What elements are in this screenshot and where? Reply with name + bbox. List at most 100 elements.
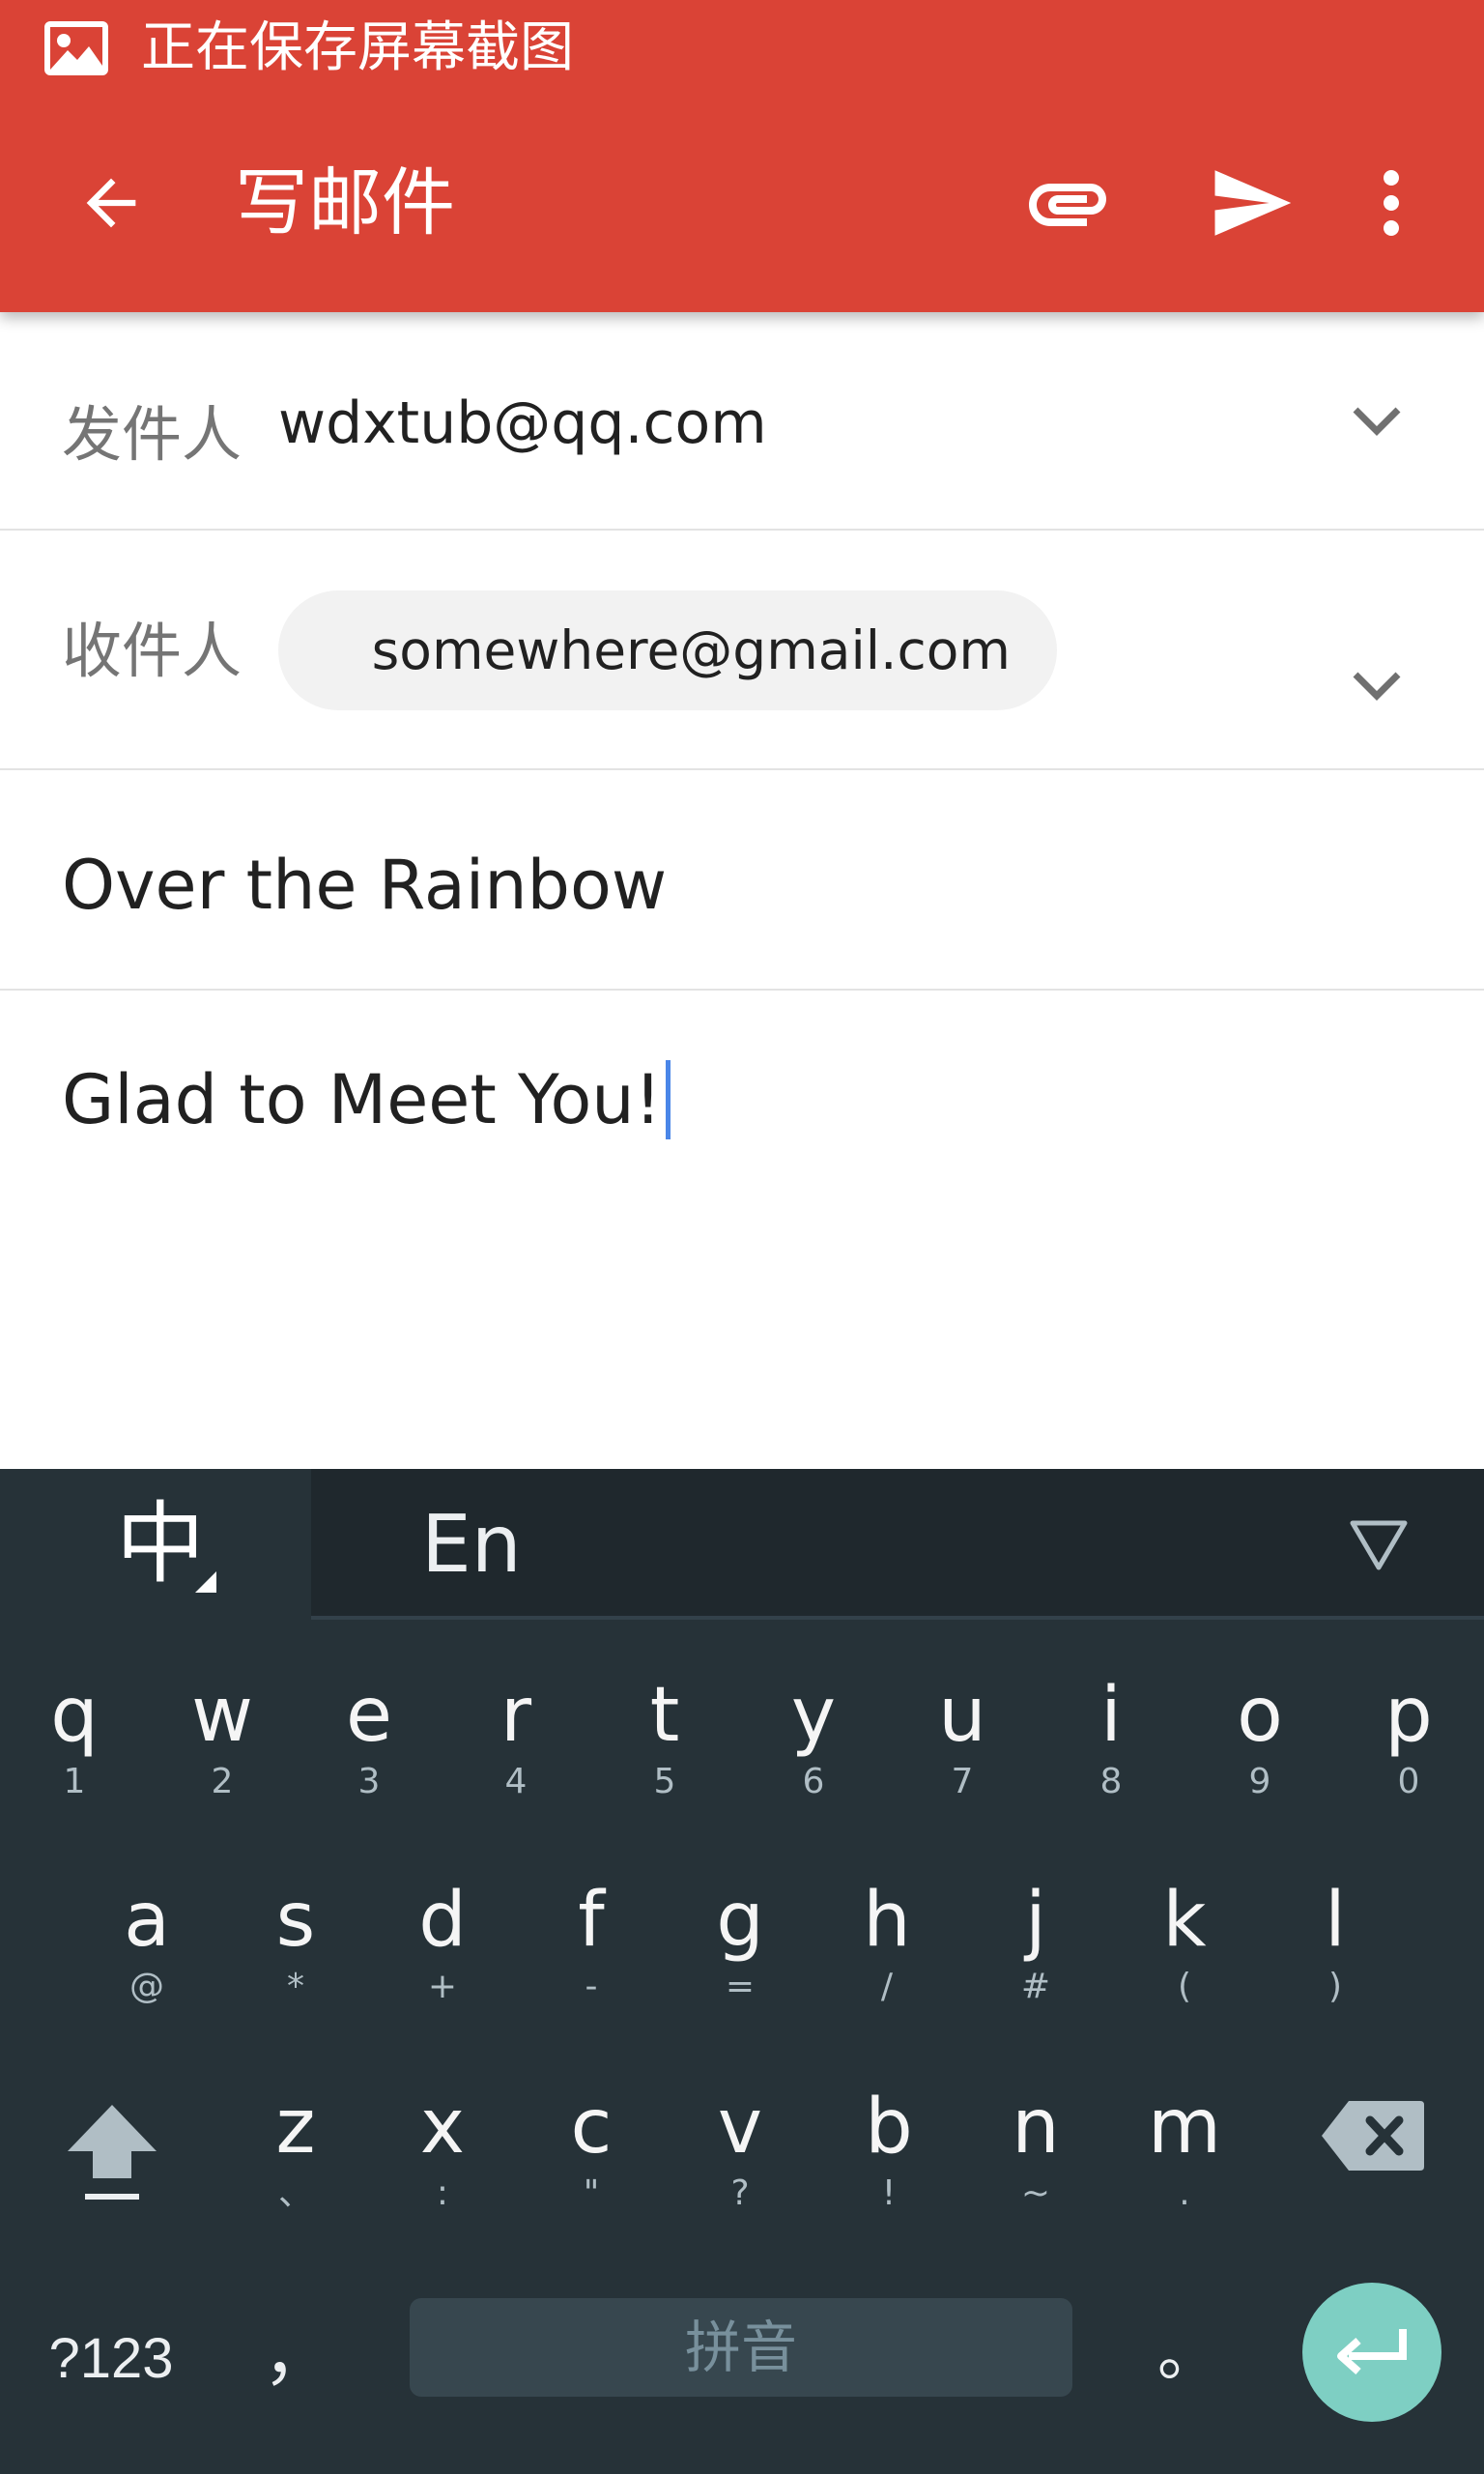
key-letter: f (578, 1877, 605, 1964)
key-letter: r (499, 1672, 532, 1759)
key-p[interactable]: p 0 (1362, 1672, 1455, 1807)
key-x[interactable]: x : (396, 2084, 489, 2219)
key-letter: n (1012, 2084, 1060, 2171)
back-button[interactable] (58, 150, 164, 256)
status-bar: 正在保存屏幕截图 (0, 0, 1484, 97)
to-expand-button[interactable] (1338, 657, 1415, 715)
key-w[interactable]: w 2 (176, 1672, 269, 1807)
key-letter: c (570, 2084, 613, 2171)
enter-key[interactable] (1302, 2283, 1441, 2422)
key-q[interactable]: q 1 (28, 1672, 121, 1807)
key-sub: + (427, 1967, 458, 2006)
key-n[interactable]: n ~ (989, 2084, 1082, 2219)
chevron-down-icon (1353, 407, 1401, 436)
backspace-key[interactable] (1320, 2097, 1426, 2203)
key-sub: 4 (504, 1762, 528, 1801)
from-expand-button[interactable] (1338, 392, 1415, 450)
page-title: 写邮件 (235, 159, 455, 245)
text-cursor (665, 1060, 671, 1139)
toolbar: 写邮件 (0, 97, 1484, 312)
shift-arrow-icon (68, 2105, 157, 2200)
keyboard-top-bar: 中 En (0, 1469, 1484, 1620)
key-sub: ~ (1020, 2173, 1051, 2213)
to-row: 收件人 somewhere@gmail.com (0, 531, 1484, 770)
key-letter: s (275, 1877, 316, 1964)
symbols-key[interactable]: ?123 (39, 2316, 184, 2402)
key-s[interactable]: s * (249, 1877, 342, 2012)
key-letter: h (863, 1877, 911, 1964)
key-e[interactable]: e 3 (323, 1672, 415, 1807)
subject-field[interactable]: Over the Rainbow (62, 846, 667, 925)
key-u[interactable]: u 7 (916, 1672, 1009, 1807)
key-letter: x (419, 2084, 466, 2171)
key-sub: / (880, 1967, 894, 2006)
lang-chinese-tab[interactable]: 中 (0, 1469, 311, 1620)
key-sub: ! (881, 2173, 897, 2213)
key-j[interactable]: j # (989, 1877, 1082, 2012)
key-sub: # (1020, 1967, 1051, 2006)
key-letter: k (1162, 1877, 1207, 1964)
space-label: 拼音 (684, 2315, 797, 2380)
key-a[interactable]: a @ (100, 1877, 193, 2012)
period-key[interactable]: 。 (1150, 2306, 1227, 2402)
key-sub: ) (1327, 1967, 1343, 2006)
key-v[interactable]: v ? (694, 2084, 786, 2219)
key-k[interactable]: k ( (1138, 1877, 1231, 2012)
shift-key[interactable] (54, 2097, 170, 2232)
key-m[interactable]: m . (1138, 2084, 1231, 2219)
recipient-chip[interactable]: somewhere@gmail.com (278, 590, 1057, 710)
key-letter: e (346, 1672, 392, 1759)
key-letter: b (865, 2084, 913, 2171)
key-letter: w (191, 1672, 253, 1759)
key-sub: 7 (951, 1762, 974, 1801)
key-letter: y (790, 1672, 837, 1759)
attach-button[interactable] (1014, 150, 1121, 256)
corner-triangle-icon (195, 1571, 216, 1593)
key-l[interactable]: l ) (1289, 1877, 1382, 2012)
keyboard-divider (311, 1616, 1484, 1620)
key-sub: : (436, 2173, 449, 2213)
from-account[interactable]: wdxtub@qq.com (278, 389, 767, 457)
key-i[interactable]: i 8 (1065, 1672, 1157, 1807)
key-h[interactable]: h / (841, 1877, 933, 2012)
body-field[interactable]: Glad to Meet You! (62, 1060, 671, 1139)
keyboard-collapse-button[interactable] (1345, 1510, 1413, 1577)
key-r[interactable]: r 4 (470, 1672, 562, 1807)
arrow-back-icon (86, 178, 136, 228)
key-letter: g (716, 1877, 764, 1964)
key-letter: m (1148, 2084, 1221, 2171)
key-o[interactable]: o 9 (1213, 1672, 1306, 1807)
from-label: 发件人 (62, 399, 243, 470)
comma-key[interactable]: ， (259, 2306, 336, 2402)
key-sub: = (725, 1967, 756, 2006)
key-letter: i (1100, 1672, 1122, 1759)
body-area[interactable]: Glad to Meet You! (0, 991, 1484, 1469)
triangle-down-icon (1350, 1520, 1408, 1570)
key-letter: t (649, 1672, 680, 1759)
enter-arrow-icon (1337, 2329, 1407, 2374)
key-letter: l (1325, 1877, 1346, 1964)
key-g[interactable]: g = (694, 1877, 786, 2012)
image-icon (44, 21, 108, 75)
key-z[interactable]: z 、 (249, 2084, 342, 2219)
key-d[interactable]: d + (396, 1877, 489, 2012)
key-letter: z (275, 2084, 316, 2171)
chevron-down-icon (1353, 672, 1401, 701)
key-y[interactable]: y 6 (767, 1672, 860, 1807)
lang-english-tab[interactable]: En (421, 1492, 522, 1598)
key-t[interactable]: t 5 (618, 1672, 711, 1807)
key-c[interactable]: c " (545, 2084, 638, 2219)
app-bar: 正在保存屏幕截图 写邮件 (0, 0, 1484, 312)
key-letter: p (1384, 1672, 1433, 1759)
send-icon (1214, 170, 1292, 236)
key-sub: 2 (211, 1762, 234, 1801)
key-letter: d (418, 1877, 467, 1964)
key-b[interactable]: b ! (842, 2084, 935, 2219)
more-options-button[interactable] (1353, 150, 1430, 256)
key-letter: j (1025, 1877, 1046, 1964)
space-key[interactable]: 拼音 (410, 2298, 1072, 2397)
key-f[interactable]: f - (545, 1877, 638, 2012)
key-letter: u (938, 1672, 986, 1759)
key-sub: 9 (1248, 1762, 1271, 1801)
send-button[interactable] (1198, 150, 1304, 256)
